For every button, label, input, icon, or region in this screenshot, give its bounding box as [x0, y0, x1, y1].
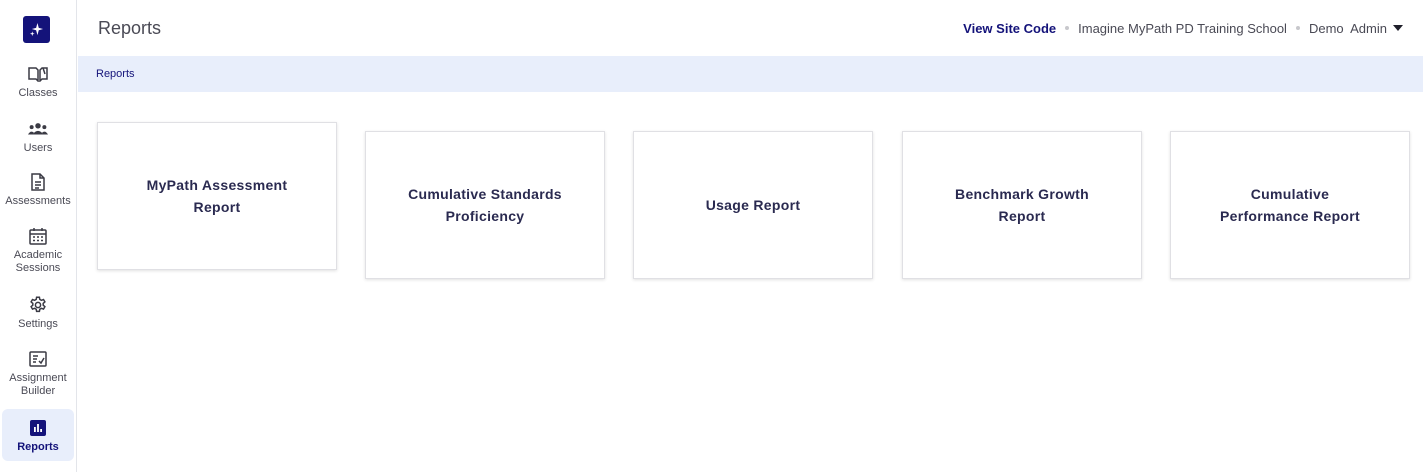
sidebar-item-label: Users: [23, 142, 53, 154]
user-name: Demo Admin: [1308, 20, 1387, 36]
sidebar-item-users[interactable]: Users: [2, 119, 74, 157]
sidebar-item-label: Assessments: [5, 195, 71, 207]
report-card-cumulative-performance[interactable]: Cumulative Performance Report: [1170, 131, 1410, 279]
sidebar-item-reports[interactable]: Reports: [2, 409, 74, 461]
sidebar-item-label: Academic Sessions: [13, 249, 63, 274]
sidebar-item-label: Settings: [18, 318, 58, 330]
calendar-icon: [28, 226, 48, 246]
breadcrumb-current: Reports: [96, 68, 135, 80]
sidebar-item-label: Reports: [17, 441, 59, 453]
sidebar-item-label: Assignment Builder: [9, 372, 67, 397]
page-title: Reports: [98, 17, 162, 38]
sidebar-item-settings[interactable]: Settings: [2, 295, 74, 333]
card-label: Usage Report: [705, 197, 801, 213]
sidebar: Classes Users Assessments Academic Sessi…: [0, 0, 77, 472]
card-label: MyPath Assessment Report: [146, 177, 288, 215]
sidebar-item-assessments[interactable]: Assessments: [2, 172, 74, 210]
sidebar-item-classes[interactable]: Classes: [2, 64, 74, 102]
card-label: Cumulative Performance Report: [1220, 186, 1360, 224]
school-name: Imagine MyPath PD Training School: [1078, 20, 1287, 36]
app-logo[interactable]: [23, 16, 50, 43]
breadcrumb: Reports: [78, 56, 1423, 92]
header-info: View Site Code Imagine MyPath PD Trainin…: [963, 21, 1403, 36]
separator-dot: [1065, 26, 1070, 30]
separator-dot: [1295, 26, 1300, 30]
book-icon: [28, 64, 48, 84]
sidebar-item-label: Classes: [18, 87, 58, 99]
sidebar-item-academic-sessions[interactable]: Academic Sessions: [2, 226, 74, 276]
report-card-benchmark-growth[interactable]: Benchmark Growth Report: [902, 131, 1142, 279]
user-menu[interactable]: Demo Admin: [1309, 21, 1403, 36]
top-header: Reports View Site Code Imagine MyPath PD…: [78, 0, 1423, 56]
sidebar-item-assignment-builder[interactable]: Assignment Builder: [2, 349, 74, 399]
users-icon: [28, 119, 48, 139]
card-label: Benchmark Growth Report: [955, 186, 1089, 224]
sparkle-icon: [29, 22, 44, 37]
card-label: Cumulative Standards Proficiency: [408, 186, 562, 224]
caret-down-icon: [1393, 25, 1403, 31]
report-card-mypath-assessment[interactable]: MyPath Assessment Report: [97, 122, 337, 270]
gear-icon: [28, 295, 48, 315]
view-site-code-link[interactable]: View Site Code: [963, 21, 1056, 36]
bar-chart-icon: [28, 418, 48, 438]
report-card-cumulative-standards[interactable]: Cumulative Standards Proficiency: [365, 131, 605, 279]
report-card-usage[interactable]: Usage Report: [633, 131, 873, 279]
checklist-icon: [28, 349, 48, 369]
document-icon: [28, 172, 48, 192]
